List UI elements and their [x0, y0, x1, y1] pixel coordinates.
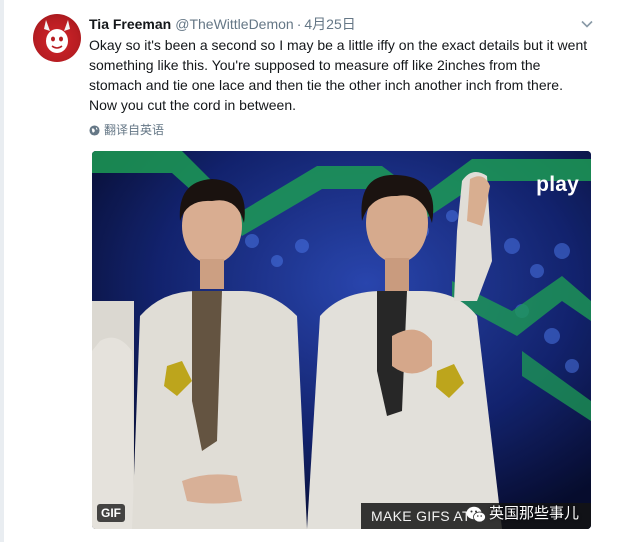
globe-icon — [89, 124, 100, 136]
chevron-down-icon[interactable] — [580, 17, 594, 31]
gif-badge: GIF — [97, 504, 125, 522]
timeline-border — [0, 0, 4, 542]
gif-media[interactable]: play GIF MAKE GIFS AT 英国那些事儿 — [92, 151, 591, 529]
display-name[interactable]: Tia Freeman — [89, 16, 171, 32]
gif-frame — [92, 151, 591, 529]
tweet-text-line: something like this. You're supposed to … — [89, 57, 541, 73]
tweet-text-line: Now you cut the cord in between. — [89, 97, 297, 113]
wechat-icon — [466, 506, 486, 522]
tweet-text: Okay so it's been a second so I may be a… — [89, 35, 609, 115]
channel-logo: play — [536, 173, 579, 196]
tweet-header: Tia Freeman @TheWittleDemon · 4月25日 — [89, 14, 608, 34]
separator-dot: · — [296, 16, 302, 32]
translate-link[interactable]: 翻译自英语 — [89, 122, 164, 138]
watermark-text: 英国那些事儿 — [488, 505, 579, 522]
user-handle[interactable]: @TheWittleDemon — [175, 16, 293, 32]
watermark: 英国那些事儿 — [466, 505, 579, 523]
tweet-text-line: stomach and tie one lace and then tie th… — [89, 77, 563, 93]
timestamp[interactable]: 4月25日 — [304, 16, 355, 32]
avatar[interactable] — [33, 14, 81, 62]
tweet[interactable]: Tia Freeman @TheWittleDemon · 4月25日 Okay so… — [20, 0, 618, 542]
devil-icon — [44, 20, 70, 53]
translate-label[interactable]: 翻译自英语 — [104, 122, 164, 138]
tweet-text-line: Okay so it's been a second so I may be a… — [89, 37, 588, 53]
